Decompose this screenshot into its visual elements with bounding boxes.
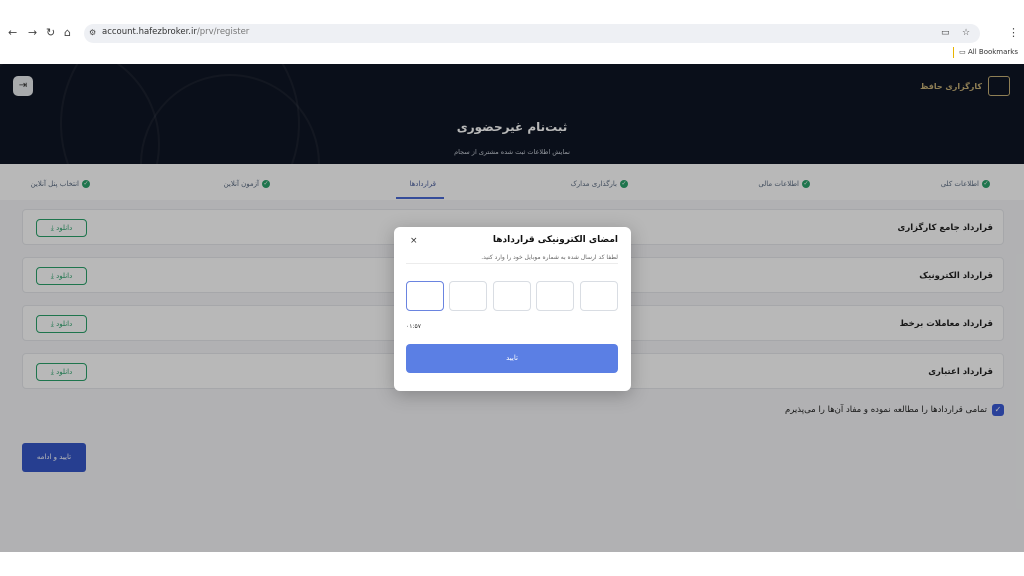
divider	[406, 263, 618, 264]
close-icon[interactable]: ×	[410, 236, 418, 246]
url-text: account.hafezbroker.ir/prv/register	[102, 27, 250, 37]
menu-icon[interactable]: ⋮	[1008, 26, 1019, 40]
forward-icon[interactable]: →	[28, 26, 37, 40]
bookmarks-separator	[953, 47, 954, 58]
reload-icon[interactable]: ↻	[46, 26, 55, 40]
folder-icon: ▭	[959, 48, 966, 56]
address-bar[interactable]: ⚙ account.hafezbroker.ir/prv/register ▭ …	[84, 24, 980, 43]
otp-digit-input[interactable]	[580, 281, 618, 311]
browser-chrome: ← → ↻ ⌂ ⚙ account.hafezbroker.ir/prv/reg…	[0, 0, 1024, 64]
modal-description: لطفا کد ارسال شده به شماره موبایل خود را…	[481, 254, 618, 261]
otp-timer: ۰۱:۵۷	[406, 323, 421, 330]
all-bookmarks[interactable]: ▭ All Bookmarks	[959, 48, 1018, 56]
modal-title: امضای الکترونیکی قراردادها	[492, 235, 618, 245]
otp-modal: امضای الکترونیکی قراردادها × لطفا کد ارس…	[394, 227, 631, 391]
otp-digit-input[interactable]	[536, 281, 574, 311]
back-icon[interactable]: ←	[8, 26, 17, 40]
cast-icon[interactable]: ▭	[941, 26, 950, 40]
site-settings-icon[interactable]: ⚙	[89, 26, 96, 40]
otp-digit-input[interactable]	[493, 281, 531, 311]
bookmark-star-icon[interactable]: ☆	[962, 26, 970, 40]
confirm-button[interactable]: تایید	[406, 344, 618, 373]
home-icon[interactable]: ⌂	[64, 26, 71, 40]
otp-digit-input[interactable]	[449, 281, 487, 311]
otp-digit-input[interactable]	[406, 281, 444, 311]
